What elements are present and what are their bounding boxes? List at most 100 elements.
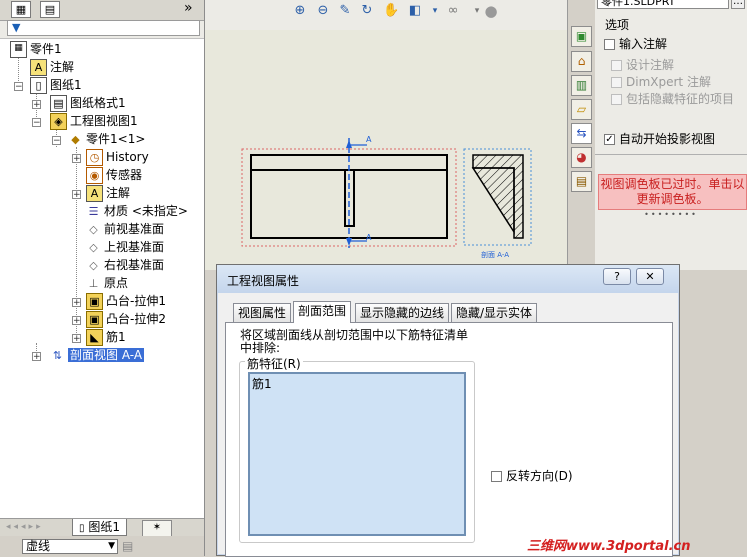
tree-node-part-instance[interactable]: ◆ 零件1<1>	[68, 130, 145, 148]
section-view-profile[interactable]	[471, 154, 524, 239]
appearance-icon[interactable]: ●	[483, 3, 499, 19]
collapse-sheet-toggle[interactable]: −	[14, 82, 23, 92]
display-style-dropdown-icon[interactable]: ▾	[427, 3, 443, 19]
collapse-part-ref-toggle[interactable]: −	[52, 136, 61, 146]
reverse-direction-option[interactable]: 反转方向(D)	[491, 467, 573, 484]
expand-sheet-format-toggle[interactable]: +	[32, 100, 41, 110]
rotate-icon[interactable]: ↻	[359, 3, 375, 19]
expand-part-annotations-toggle[interactable]: +	[72, 190, 81, 200]
section-view-caption: 剖面 A-A	[481, 250, 509, 259]
sheet-tab[interactable]: ▯ 图纸1	[72, 519, 127, 536]
expand-chevron-icon[interactable]: »	[184, 0, 193, 16]
tree-node-origin[interactable]: ⊥ 原点	[86, 274, 128, 292]
splitter-grip[interactable]: ••••••••	[595, 211, 747, 219]
tree-node-right-plane[interactable]: ◇ 右视基准面	[86, 256, 164, 274]
property-manager-tab[interactable]: ▤	[40, 1, 60, 18]
tree-node-sheet-format[interactable]: ▤ 图纸格式1	[50, 94, 126, 112]
tree-node-top-plane[interactable]: ◇ 上视基准面	[86, 238, 164, 256]
extrude-icon: ▣	[86, 293, 103, 310]
view-palette-panel: 零件1.SLDPRT … 选项 输入注解 设计注解 DimXpert 注解 包括…	[595, 0, 747, 270]
expand-extrude1-toggle[interactable]: +	[72, 298, 81, 308]
linetype-row: 虚线 ▼ ▤	[0, 536, 204, 556]
tab-hide-show-bodies[interactable]: 隐藏/显示实体	[451, 303, 538, 322]
import-annotations-option[interactable]: 输入注解	[604, 35, 667, 52]
filter-bar[interactable]: ▼	[7, 20, 200, 36]
extrude-icon: ▣	[86, 311, 103, 328]
drawing-view-icon: ◈	[50, 113, 67, 130]
options-title: 选项	[605, 18, 630, 32]
instruction-text: 将区域剖面线从剖切范围中以下筋特征清单中排除:	[240, 328, 469, 355]
dialog-titlebar[interactable]: 工程视图属性 ? ✕	[217, 265, 679, 293]
hidden-features-option: 包括隐藏特征的项目	[611, 90, 734, 107]
tree-node-part-root[interactable]: ▦ 零件1	[10, 40, 62, 58]
sheet-format-icon: ▤	[50, 95, 67, 112]
feature-tree: ▦ 零件1 A 注解 − ▯ 图纸1 + ▤ 图纸格式1 − ◈ 工程图视图1 − ◆ 零件…	[0, 38, 204, 519]
rib-features-list[interactable]: 筋1	[248, 372, 466, 536]
view-settings-icon[interactable]: ∞	[445, 3, 461, 19]
design-annotations-checkbox	[611, 60, 622, 71]
expand-rib1-toggle[interactable]: +	[72, 334, 81, 344]
browse-button[interactable]: …	[731, 0, 745, 9]
tab-show-hidden-edges[interactable]: 显示隐藏的边线	[355, 303, 450, 322]
add-sheet-button[interactable]: ✶	[142, 520, 172, 537]
collapse-drawing-view-toggle[interactable]: −	[32, 118, 41, 128]
tree-node-section-view[interactable]: ⇅ 剖面视图 A-A	[50, 346, 145, 364]
dialog-title: 工程视图属性	[227, 274, 300, 288]
close-button[interactable]: ✕	[636, 268, 664, 285]
drawing-canvas[interactable]: A A 剖面 A-A	[205, 30, 567, 270]
design-library-tab[interactable]: ⌂	[571, 51, 592, 72]
tree-node-part-annotations[interactable]: A 注解	[86, 184, 130, 202]
display-style-icon[interactable]: ◧	[407, 3, 423, 19]
pan-icon[interactable]: ✋	[383, 3, 399, 19]
zoom-area-icon[interactable]: ⊖	[315, 3, 331, 19]
view-palette-tab[interactable]: ⇆	[571, 123, 592, 144]
tree-node-sensors[interactable]: ◉ 传感器	[86, 166, 142, 184]
tab-scroll-arrows[interactable]: ◂◂◂▸▸	[6, 522, 66, 533]
zoom-in-out-icon[interactable]: ✎	[337, 3, 353, 19]
hidden-features-checkbox	[611, 94, 622, 105]
auto-projection-checkbox[interactable]: ✓	[604, 134, 615, 145]
watermark-logo: 三维网www.3dportal.cn	[527, 539, 691, 554]
part-select-dropdown[interactable]: 零件1.SLDPRT	[597, 0, 729, 9]
palette-outdated-message[interactable]: 视图调色板已过时。单击以更新调色板。	[598, 174, 747, 210]
folder-tab[interactable]: ▱	[571, 99, 592, 120]
tree-node-annotations[interactable]: A 注解	[30, 58, 74, 76]
solidworks-resources-tab[interactable]: ▣	[571, 26, 592, 47]
expand-history-toggle[interactable]: +	[72, 154, 81, 164]
expand-extrude2-toggle[interactable]: +	[72, 316, 81, 326]
auto-projection-option[interactable]: ✓ 自动开始投影视图	[604, 130, 715, 147]
custom-properties-tab[interactable]: ▤	[571, 171, 592, 192]
help-button[interactable]: ?	[603, 268, 631, 285]
rib-icon: ◣	[86, 329, 103, 346]
tree-node-history[interactable]: ◷ History	[86, 148, 149, 166]
file-explorer-tab[interactable]: ▥	[571, 75, 592, 96]
dropdown-arrow-icon: ▼	[108, 541, 115, 551]
tab-section-scope[interactable]: 剖面范围	[293, 301, 352, 323]
tree-node-drawing-view[interactable]: ◈ 工程图视图1	[50, 112, 138, 130]
material-icon: ☰	[88, 205, 99, 218]
tab-view-properties[interactable]: 视图属性	[233, 303, 292, 322]
list-item[interactable]: 筋1	[252, 375, 272, 392]
tree-node-front-plane[interactable]: ◇ 前视基准面	[86, 220, 164, 238]
zoom-fit-icon[interactable]: ⊕	[292, 3, 308, 19]
appearances-tab[interactable]: ◕	[571, 147, 592, 168]
section-label-bottom: A	[366, 233, 372, 242]
feature-manager-panel: ▦ ▤ » ▼ ▦ 零件1 A 注解 − ▯ 图纸1 + ▤ 图纸格式1 − ◈ 工程图视…	[0, 0, 205, 556]
part-icon: ▦	[10, 41, 27, 58]
reverse-direction-checkbox[interactable]	[491, 471, 502, 482]
origin-icon: ⊥	[88, 277, 99, 290]
import-annotations-checkbox[interactable]	[604, 39, 615, 50]
tree-node-extrude1[interactable]: ▣ 凸台-拉伸1	[86, 292, 166, 310]
tree-node-extrude2[interactable]: ▣ 凸台-拉伸2	[86, 310, 166, 328]
expand-section-view-toggle[interactable]: +	[32, 352, 41, 362]
linetype-select[interactable]: 虚线 ▼	[22, 539, 118, 554]
view-toolbar: ⊕ ⊖ ✎ ↻ ✋ ◧ ▾ ∞ ▾ ●	[205, 0, 567, 31]
dimxpert-option: DimXpert 注解	[611, 73, 711, 90]
task-pane-tabs: ▣ ⌂ ▥ ▱ ⇆ ◕ ▤	[567, 0, 596, 270]
layer-icon[interactable]: ▤	[122, 539, 138, 553]
tree-node-sheet[interactable]: ▯ 图纸1	[30, 76, 82, 94]
tree-node-rib1[interactable]: ◣ 筋1	[86, 328, 126, 346]
dimxpert-checkbox	[611, 77, 622, 88]
tree-node-material[interactable]: ☰ 材质 <未指定>	[86, 202, 188, 220]
feature-manager-tab[interactable]: ▦	[11, 1, 31, 18]
